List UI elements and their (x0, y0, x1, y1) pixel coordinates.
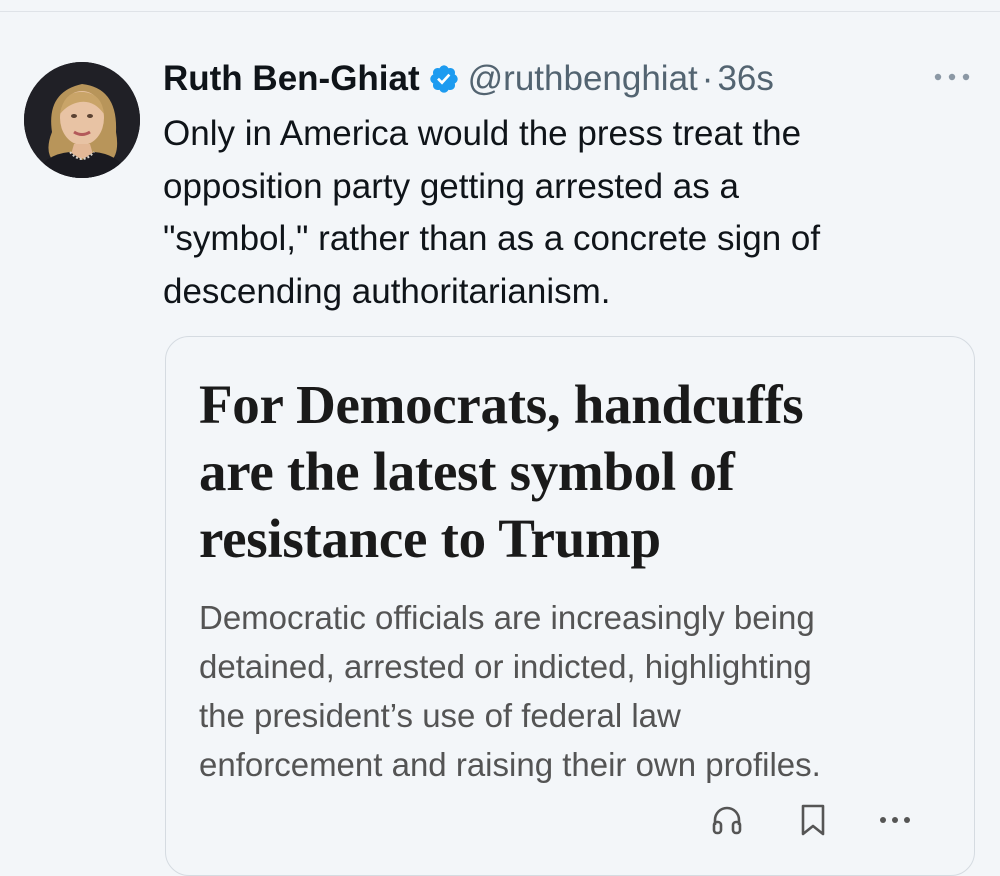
tweet-timestamp[interactable]: 36s (717, 59, 773, 99)
header-separator: · (701, 59, 714, 98)
top-divider (0, 11, 1000, 12)
avatar-photo-icon (24, 62, 140, 178)
tweet-text-line: Only in America would the press treat th… (163, 114, 802, 153)
headphones-icon[interactable] (710, 803, 744, 837)
card-summary: Democratic officials are increasingly be… (199, 593, 959, 789)
card-headline[interactable]: For Democrats, handcuffs are the latest … (199, 371, 959, 572)
tweet-text-line: "symbol," rather than as a concrete sign… (163, 219, 821, 258)
card-headline-line: are the latest symbol of (199, 441, 735, 502)
tweet-header: Ruth Ben-Ghiat @ruthbenghiat · 36s (163, 56, 774, 102)
link-preview-card[interactable]: For Democrats, handcuffs are the latest … (165, 336, 975, 876)
card-summary-line: detained, arrested or indicted, highligh… (199, 648, 812, 685)
bookmark-icon[interactable] (798, 803, 828, 837)
author-name[interactable]: Ruth Ben-Ghiat (163, 59, 420, 99)
verified-badge-icon (428, 63, 460, 95)
card-summary-line: enforcement and raising their own profil… (199, 746, 821, 783)
tweet-more-icon[interactable] (928, 62, 976, 92)
card-summary-line: Democratic officials are increasingly be… (199, 599, 815, 636)
author-handle[interactable]: @ruthbenghiat (468, 59, 698, 99)
card-headline-line: For Democrats, handcuffs (199, 374, 804, 435)
tweet-text: Only in America would the press treat th… (163, 108, 963, 318)
author-avatar[interactable] (24, 62, 140, 178)
card-summary-line: the president’s use of federal law (199, 697, 681, 734)
card-more-icon[interactable] (875, 805, 915, 835)
tweet-text-line: descending authoritarianism. (163, 271, 611, 311)
tweet-text-line: opposition party getting arrested as a (163, 166, 739, 206)
card-action-bar (166, 799, 976, 849)
card-headline-line: resistance to Trump (199, 508, 661, 569)
